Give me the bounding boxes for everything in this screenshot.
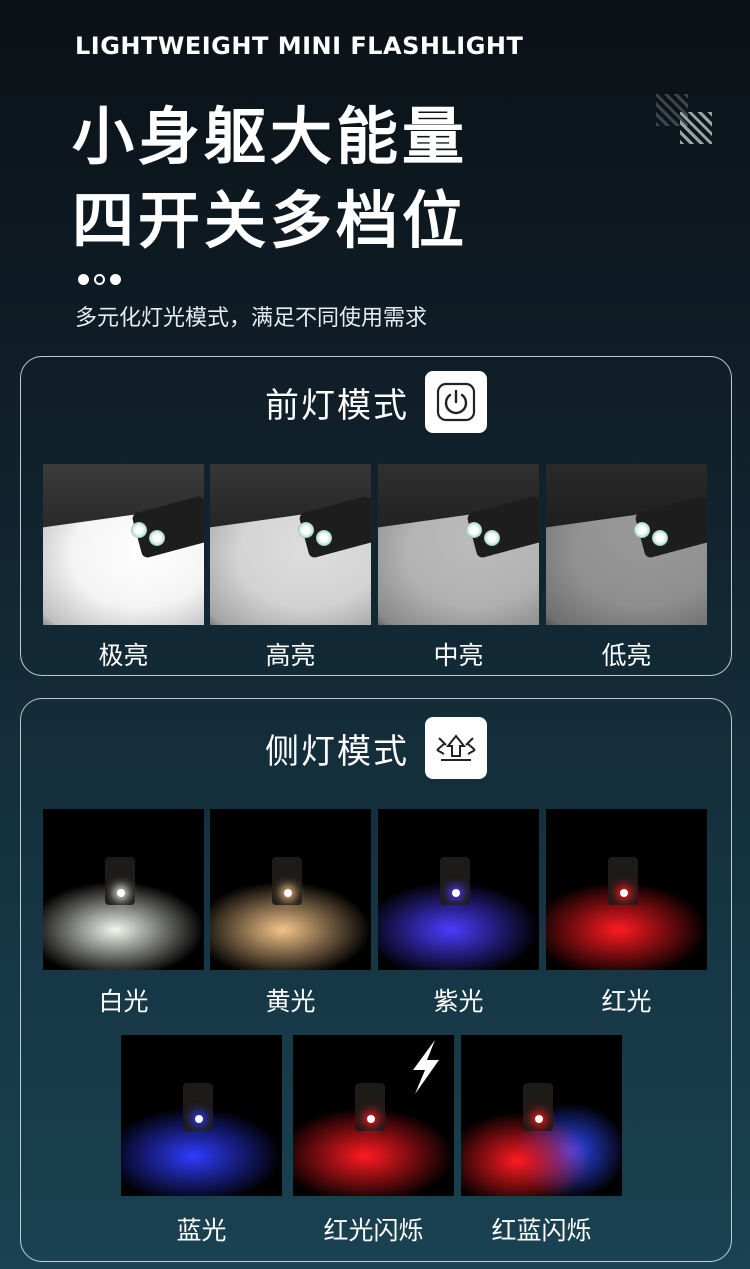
flashlight-body: [105, 857, 135, 905]
lightning-icon: [413, 1040, 439, 1094]
side-mode-label: 红蓝闪烁: [491, 1216, 592, 1245]
stripe-decoration-front: [680, 112, 712, 144]
led: [634, 522, 650, 538]
led: [535, 1115, 543, 1123]
front-mode-label: 极亮: [98, 641, 149, 670]
led: [466, 522, 482, 538]
flashlight-body: [523, 1083, 553, 1131]
flashlight-body: [183, 1083, 213, 1131]
flashlight-body: [608, 857, 638, 905]
front-mode-label: 低亮: [601, 641, 652, 670]
flashlight-body: [272, 857, 302, 905]
led: [452, 889, 460, 897]
side-mode-photo: [43, 809, 204, 970]
side-mode-photo: [461, 1035, 622, 1196]
side-mode-photo: [546, 809, 707, 970]
side-mode-photo: [121, 1035, 282, 1196]
side-mode-label: 紫光: [433, 987, 484, 1016]
front-mode-header: 前灯模式: [21, 371, 731, 433]
led: [149, 530, 165, 546]
title-line-1: 小身躯大能量: [72, 100, 469, 173]
side-mode-header: 侧灯模式: [21, 717, 731, 779]
led: [652, 530, 668, 546]
flashlight-body: [355, 1083, 385, 1131]
power-icon: [425, 371, 487, 433]
eyebrow-text: LIGHTWEIGHT MINI FLASHLIGHT: [75, 32, 524, 60]
front-mode-photo: [43, 464, 204, 625]
front-mode-label: 高亮: [265, 641, 316, 670]
led: [620, 889, 628, 897]
dots-decoration: [78, 274, 121, 285]
side-mode-label: 黄光: [265, 987, 316, 1016]
side-mode-label: 白光: [98, 987, 149, 1016]
side-mode-label: 红光: [601, 987, 652, 1016]
led: [298, 522, 314, 538]
led: [484, 530, 500, 546]
led: [195, 1115, 203, 1123]
led: [131, 522, 147, 538]
led: [367, 1115, 375, 1123]
side-mode-photo: [210, 809, 371, 970]
side-mode-photo: [378, 809, 539, 970]
front-mode-photo: [378, 464, 539, 625]
side-mode-label: 蓝光: [176, 1216, 227, 1245]
side-light-icon: [425, 717, 487, 779]
front-mode-title: 前灯模式: [265, 385, 409, 426]
front-mode-label: 中亮: [433, 641, 484, 670]
side-mode-label: 红光闪烁: [323, 1216, 424, 1245]
subtitle: 多元化灯光模式，满足不同使用需求: [75, 306, 428, 331]
led: [284, 889, 292, 897]
front-mode-photo: [210, 464, 371, 625]
flashlight-body: [440, 857, 470, 905]
led: [316, 530, 332, 546]
side-mode-title: 侧灯模式: [265, 731, 409, 772]
title-line-2: 四开关多档位: [72, 184, 469, 257]
led: [117, 889, 125, 897]
front-mode-photo: [546, 464, 707, 625]
